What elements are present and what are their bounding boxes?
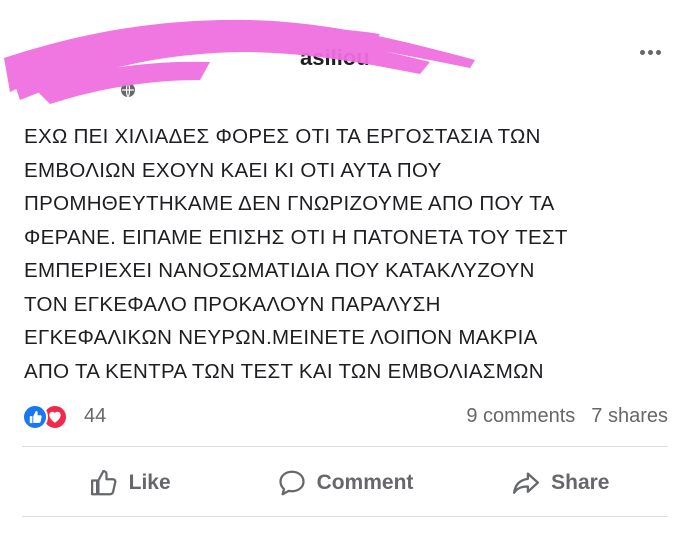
more-options-icon[interactable] [634, 40, 666, 64]
post-text-line: ΕΓΚΕΦΑΛΙΚΩΝ ΝΕΥΡΩΝ.ΜΕΙΝΕΤΕ ΛΟΙΠΟΝ ΜΑΚΡΙΑ [24, 326, 538, 349]
comment-button[interactable]: Comment [237, 458, 452, 508]
post-text: ΕΧΩ ΠΕΙ ΧΙΛΙΑΔΕΣ ΦΟΡΕΣ ΟΤΙ ΤΑ ΕΡΓΟΣΤΑΣΙΑ… [24, 120, 664, 388]
globe-icon[interactable] [120, 82, 136, 98]
dot [647, 49, 653, 55]
post-text-line: ΤΟΝ ΕΓΚΕΦΑΛΟ ΠΡΟΚΑΛΟΥΝ ΠΑΡΑΛΥΣΗ [24, 292, 441, 316]
reaction-count[interactable]: 44 [84, 405, 106, 428]
reaction-icons[interactable] [22, 404, 76, 430]
facebook-post: asiliou ΕΧΩ ΠΕΙ ΧΙΛΙΑΔΕΣ ΦΟΡΕΣ ΟΤΙ ΤΑ ΕΡ… [0, 0, 680, 540]
divider [22, 516, 668, 517]
share-button[interactable]: Share [453, 458, 668, 508]
dot [639, 49, 645, 55]
post-text-line: ΦΕΡΑΝΕ. ΕΙΠΑΜΕ ΕΠΙΣΗΣ ΟΤΙ Η ΠΑΤΟΝΕΤΑ ΤΟΥ… [24, 225, 568, 249]
thumbs-up-icon [22, 404, 48, 430]
share-label: Share [551, 471, 610, 494]
like-label: Like [128, 471, 171, 494]
engagement-counts: 9 comments 7 shares [466, 405, 668, 428]
comment-label: Comment [316, 471, 414, 494]
author-name[interactable]: asiliou [300, 45, 370, 71]
post-text-line: ΑΠΟ ΤΑ ΚΕΝΤΡΑ ΤΩΝ ΤΕΣΤ ΚΑΙ ΤΩΝ ΕΜΒΟΛΙΑΣΜ… [24, 359, 544, 383]
post-text-line: ΕΜΠΕΡΙΕΧΕΙ ΝΑΝΟΣΩΜΑΤΙΔΙΑ ΠΟΥ ΚΑΤΑΚΛΥΖΟΥΝ [24, 259, 535, 282]
like-button[interactable]: Like [22, 458, 237, 508]
post-header: asiliou [0, 0, 680, 110]
post-text-line: ΕΧΩ ΠΕΙ ΧΙΛΙΑΔΕΣ ΦΟΡΕΣ ΟΤΙ ΤΑ ΕΡΓΟΣΤΑΣΙΑ… [24, 125, 541, 148]
thumbs-up-outline-icon [90, 470, 117, 496]
post-text-line: ΠΡΟΜΗΘΕΥΤΗΚΑΜΕ ΔΕΝ ΓΝΩΡΙΖΟΥΜΕ ΑΠΟ ΠΟΥ ΤΑ [24, 192, 555, 215]
shares-count[interactable]: 7 shares [591, 405, 668, 428]
comments-count[interactable]: 9 comments [466, 405, 575, 428]
post-text-line: ΕΜΒΟΛΙΩΝ ΕΧΟΥΝ ΚΑΕΙ ΚΙ ΟΤΙ ΑΥΤΑ ΠΟΥ [24, 158, 442, 182]
reactions-summary: 44 9 comments 7 shares [22, 402, 668, 432]
divider [22, 446, 668, 447]
comment-icon [278, 470, 305, 496]
dot [655, 49, 661, 55]
post-meta [120, 82, 136, 98]
action-bar: Like Comment Share [22, 458, 668, 508]
share-arrow-icon [513, 472, 540, 494]
